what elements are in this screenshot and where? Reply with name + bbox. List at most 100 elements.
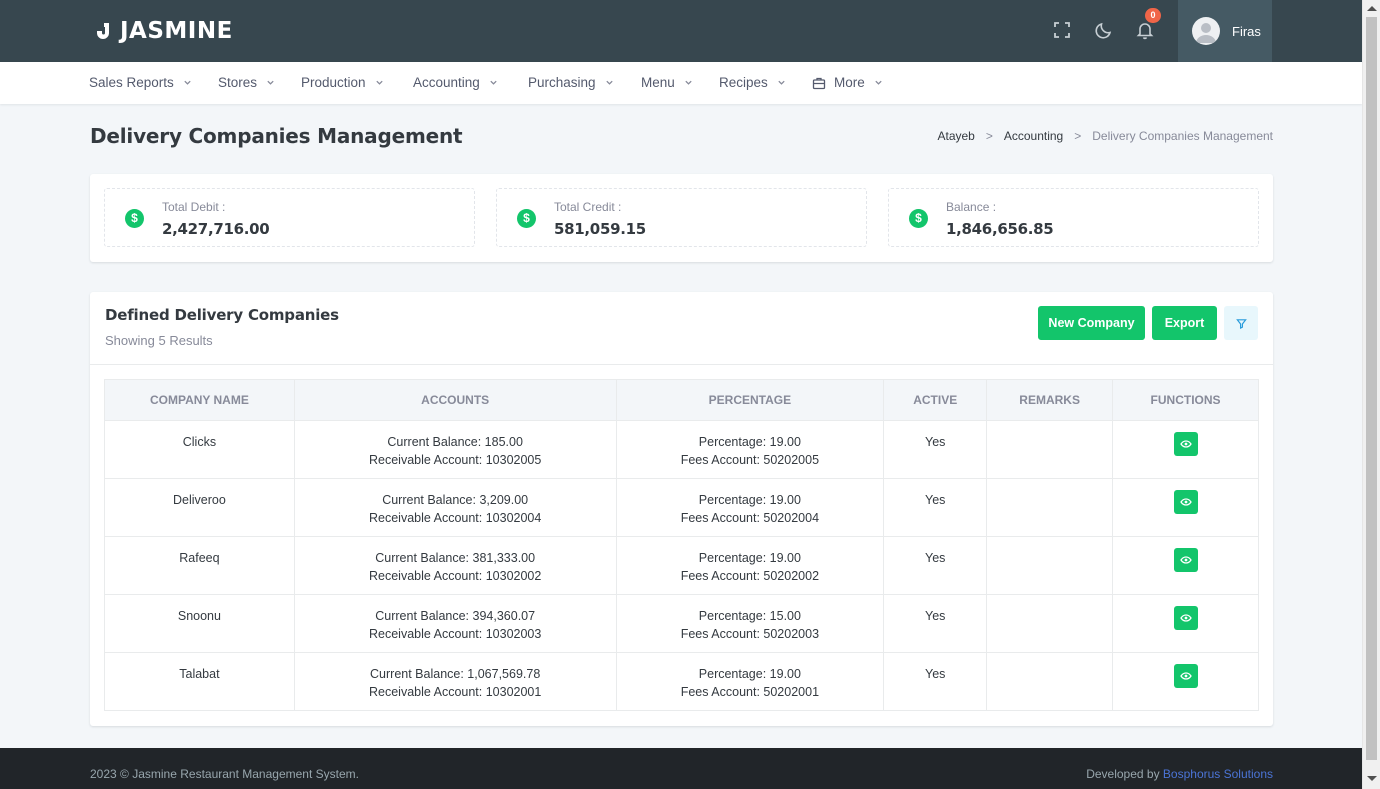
page-scrollbar[interactable] [1362, 0, 1380, 789]
company-name-cell: Deliveroo [104, 478, 295, 537]
chevron-down-icon [685, 80, 692, 85]
nav-item-stores[interactable]: Stores [218, 75, 275, 90]
active-cell: Yes [883, 594, 988, 653]
remarks-cell [986, 652, 1114, 711]
jasmine-logo-icon [97, 23, 109, 39]
scroll-down-arrow-icon[interactable] [1367, 776, 1377, 781]
brand-name: JASMINE [120, 18, 233, 44]
accounts-cell: Current Balance: 185.00 Receivable Accoun… [293, 420, 617, 479]
fees-account: Fees Account: 50202002 [680, 569, 820, 583]
nav-item-sales-reports[interactable]: Sales Reports [89, 75, 192, 90]
percentage-value: Percentage: 15.00 [698, 609, 801, 623]
balance-value: 1,846,656.85 [946, 220, 1054, 238]
total-debit-label: Total Debit : [162, 200, 226, 214]
current-balance: Current Balance: 381,333.00 [375, 551, 536, 565]
fullscreen-icon[interactable] [1052, 20, 1072, 40]
view-button[interactable] [1173, 606, 1198, 630]
scroll-up-arrow-icon[interactable] [1367, 6, 1377, 11]
column-header-percentage[interactable]: Percentage [615, 379, 885, 421]
functions-cell [1112, 420, 1259, 479]
developer-link[interactable]: Bosphorus Solutions [1163, 767, 1273, 781]
current-balance: Current Balance: 185.00 [387, 435, 523, 449]
remarks-cell [986, 478, 1114, 537]
companies-card-header: Defined Delivery Companies Showing 5 Res… [90, 292, 1273, 365]
summary-card: $ Total Debit : 2,427,716.00 $ Total Cre… [90, 174, 1273, 262]
balance-stat: $ Balance : 1,846,656.85 [888, 188, 1259, 247]
nav-item-accounting[interactable]: Accounting [413, 75, 498, 90]
column-header-functions: Functions [1112, 379, 1259, 421]
company-name-cell: Talabat [104, 652, 295, 711]
total-debit-stat: $ Total Debit : 2,427,716.00 [104, 188, 475, 247]
column-header-remarks[interactable]: Remarks [986, 379, 1114, 421]
view-button[interactable] [1173, 664, 1198, 688]
remarks-cell [986, 536, 1114, 595]
scrollbar-thumb[interactable] [1366, 17, 1377, 760]
column-header-company-name[interactable]: Company Name [104, 379, 295, 421]
bell-icon[interactable] [1135, 20, 1155, 40]
breadcrumb-separator-icon: > [985, 129, 993, 143]
receivable-account: Receivable Account: 10302005 [368, 453, 542, 467]
accounts-cell: Current Balance: 3,209.00 Receivable Acco… [293, 478, 617, 537]
total-credit-stat: $ Total Credit : 581,059.15 [496, 188, 867, 247]
breadcrumb-item-current: Delivery Companies Management [1092, 129, 1273, 143]
view-button[interactable] [1173, 490, 1198, 514]
top-header: JASMINE 0 Firas [0, 0, 1362, 62]
filter-button[interactable] [1224, 306, 1258, 340]
breadcrumb: Atayeb > Accounting > Delivery Companies… [937, 129, 1273, 143]
developed-by-label: Developed by [1086, 767, 1160, 781]
export-button[interactable]: Export [1152, 306, 1217, 340]
table-header-row: Company Name Accounts Percentage Active … [104, 379, 1259, 421]
nav-item-label: More [834, 75, 865, 90]
column-header-accounts[interactable]: Accounts [293, 379, 617, 421]
table-row: Clicks Current Balance: 185.00 Receivable… [104, 420, 1259, 479]
notification-badge: 0 [1145, 8, 1161, 23]
view-button[interactable] [1173, 432, 1198, 456]
active-cell: Yes [883, 536, 988, 595]
accounts-cell: Current Balance: 1,067,569.78 Receivable … [293, 652, 617, 711]
percentage-value: Percentage: 19.00 [698, 667, 801, 681]
view-button[interactable] [1173, 548, 1198, 572]
copyright-text: 2023 © Jasmine Restaurant Management Sys… [90, 767, 359, 781]
moon-icon[interactable] [1094, 20, 1114, 40]
dollar-icon: $ [909, 209, 928, 228]
companies-card: Defined Delivery Companies Showing 5 Res… [90, 292, 1273, 726]
main-nav: Sales Reports Stores Production Accounti… [0, 62, 1362, 104]
companies-title: Defined Delivery Companies [105, 306, 339, 324]
functions-cell [1112, 478, 1259, 537]
eye-icon [1179, 440, 1192, 448]
nav-item-menu[interactable]: Menu [641, 75, 693, 90]
nav-item-label: Production [301, 75, 366, 90]
percentage-value: Percentage: 19.00 [698, 435, 801, 449]
chevron-down-icon [605, 80, 613, 85]
nav-item-purchasing[interactable]: Purchasing [528, 75, 614, 90]
company-name-cell: Snoonu [104, 594, 295, 653]
nav-item-label: Purchasing [528, 75, 596, 90]
total-debit-value: 2,427,716.00 [162, 220, 270, 238]
fees-account: Fees Account: 50202004 [680, 511, 820, 525]
eye-icon [1179, 614, 1192, 622]
nav-item-label: Recipes [719, 75, 768, 90]
user-menu[interactable]: Firas [1178, 0, 1272, 62]
chevron-down-icon [267, 80, 274, 85]
filter-icon [1235, 318, 1247, 329]
nav-item-more[interactable]: More [812, 75, 883, 90]
accounts-cell: Current Balance: 381,333.00 Receivable Ac… [293, 536, 617, 595]
breadcrumb-item-accounting[interactable]: Accounting [1004, 129, 1063, 143]
new-company-button[interactable]: New Company [1038, 306, 1145, 340]
table-row: Rafeeq Current Balance: 381,333.00 Receiv… [104, 536, 1259, 595]
receivable-account: Receivable Account: 10302003 [368, 627, 542, 641]
nav-item-production[interactable]: Production [301, 75, 384, 90]
breadcrumb-item-atayeb[interactable]: Atayeb [937, 129, 974, 143]
percentage-value: Percentage: 19.00 [698, 551, 801, 565]
receivable-account: Receivable Account: 10302002 [368, 569, 542, 583]
chevron-down-icon [184, 80, 191, 85]
column-header-active[interactable]: Active [883, 379, 988, 421]
footer: 2023 © Jasmine Restaurant Management Sys… [0, 748, 1362, 789]
remarks-cell [986, 420, 1114, 479]
user-avatar-icon [1192, 17, 1220, 45]
nav-item-label: Accounting [413, 75, 480, 90]
brand-logo[interactable]: JASMINE [94, 18, 233, 44]
table-row: Talabat Current Balance: 1,067,569.78 Rec… [104, 652, 1259, 711]
percentage-value: Percentage: 19.00 [698, 493, 801, 507]
nav-item-recipes[interactable]: Recipes [719, 75, 786, 90]
